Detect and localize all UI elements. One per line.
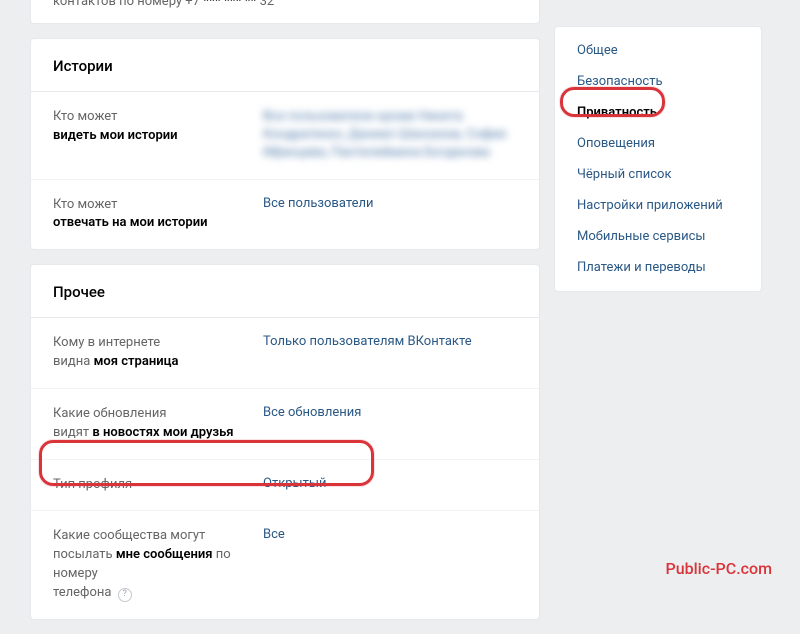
other-header: Прочее xyxy=(31,265,539,318)
sidebar-item-mobile[interactable]: Мобильные сервисы xyxy=(555,221,761,252)
truncated-top-card: контактов по номеру +7 *** *** ** 32 xyxy=(30,0,540,24)
row-news-updates[interactable]: Какие обновления видят в новостях мои др… xyxy=(31,389,539,460)
sidebar-item-security[interactable]: Безопасность xyxy=(555,66,761,97)
sidebar-item-notifications[interactable]: Оповещения xyxy=(555,128,761,159)
sidebar-item-general[interactable]: Общее xyxy=(555,35,761,66)
stories-header: Истории xyxy=(31,39,539,92)
settings-sidebar: Общее Безопасность Приватность Оповещени… xyxy=(554,26,762,292)
truncated-text: контактов по номеру +7 *** *** ** 32 xyxy=(53,0,274,9)
blurred-value: Все пользователи кроме Никита Кондратенк… xyxy=(263,108,506,163)
row-value-link[interactable]: Все пользователи xyxy=(263,196,374,211)
row-page-visibility[interactable]: Кому в интернете видна моя страница Толь… xyxy=(31,318,539,389)
row-profile-type[interactable]: Тип профиля Открытый xyxy=(31,460,539,512)
watermark-text: Public-PC.com xyxy=(665,559,772,578)
row-value-link[interactable]: Все xyxy=(263,527,285,542)
row-value-link[interactable]: Открытый xyxy=(263,476,326,491)
row-label: Какие обновления видят в новостях мои др… xyxy=(53,405,263,443)
row-who-replies-stories[interactable]: Кто может отвечать на мои истории Все по… xyxy=(31,180,539,250)
other-section: Прочее Кому в интернете видна моя страни… xyxy=(30,264,540,620)
sidebar-item-privacy[interactable]: Приватность xyxy=(555,97,761,128)
help-icon[interactable]: ? xyxy=(118,588,132,602)
row-label: Кто может видеть мои истории xyxy=(53,108,263,146)
sidebar-item-app-settings[interactable]: Настройки приложений xyxy=(555,190,761,221)
stories-section: Истории Кто может видеть мои истории Все… xyxy=(30,38,540,250)
sidebar-item-payments[interactable]: Платежи и переводы xyxy=(555,252,761,283)
row-value-link[interactable]: Все обновления xyxy=(263,405,361,420)
row-community-messages[interactable]: Какие сообщества могут посылать мне сооб… xyxy=(31,511,539,618)
sidebar-item-blacklist[interactable]: Чёрный список xyxy=(555,159,761,190)
row-label: Какие сообщества могут посылать мне сооб… xyxy=(53,527,263,602)
row-label: Кому в интернете видна моя страница xyxy=(53,334,263,372)
row-label: Тип профиля xyxy=(53,476,263,495)
row-label: Кто может отвечать на мои истории xyxy=(53,196,263,234)
row-who-sees-stories[interactable]: Кто может видеть мои истории Все пользов… xyxy=(31,92,539,180)
row-value-link[interactable]: Только пользователям ВКонтакте xyxy=(263,334,472,349)
